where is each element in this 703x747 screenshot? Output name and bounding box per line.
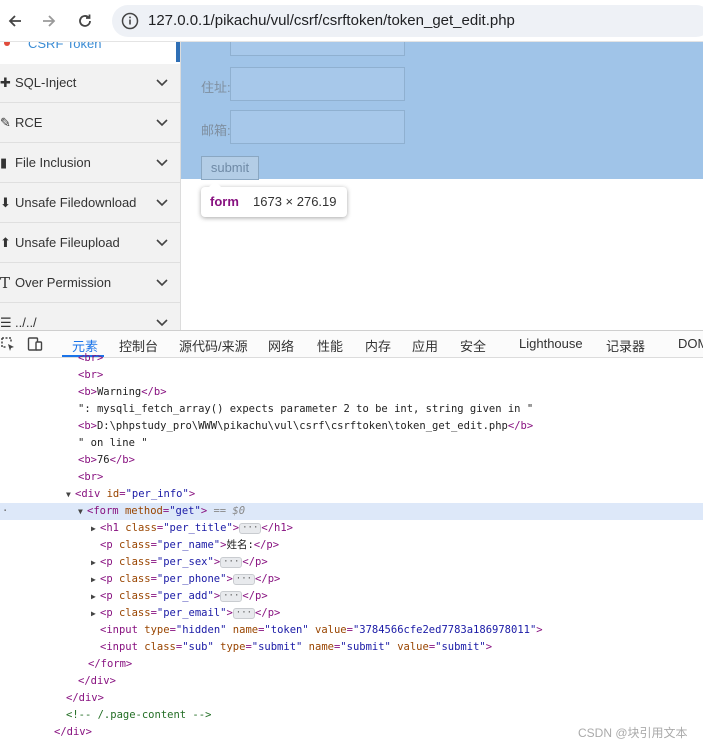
- tooltip-tag: form: [210, 194, 239, 209]
- chevron-down-icon: [156, 319, 168, 327]
- dom-node[interactable]: <br>: [0, 469, 703, 486]
- expand-triangle-icon[interactable]: ▼: [78, 503, 87, 520]
- sidebar-item-label: ../../: [15, 315, 37, 330]
- sidebar-item-over-permission[interactable]: T Over Permission: [0, 263, 180, 303]
- sidebar-item-csrf-token[interactable]: CSRF Token: [0, 42, 180, 64]
- tooltip-dimensions: 1673 × 276.19: [253, 194, 337, 209]
- sidebar: CSRF Token ✚ SQL-Inject ✎ RCE ▮ File Inc…: [0, 42, 181, 330]
- watermark: CSDN @块引用文本: [578, 726, 688, 740]
- pencil-icon: ✎: [0, 115, 11, 130]
- phone-field[interactable]: [230, 42, 405, 56]
- sidebar-item-sql-inject[interactable]: ✚ SQL-Inject: [0, 63, 180, 103]
- sidebar-item-unsafe-filedownload[interactable]: ⬇ Unsafe Filedownload: [0, 183, 180, 223]
- sidebar-item-unsafe-fileupload[interactable]: ⬆ Unsafe Fileupload: [0, 223, 180, 263]
- address-label: 住址:: [201, 80, 231, 95]
- url-text[interactable]: 127.0.0.1/pikachu/vul/csrf/csrftoken/tok…: [148, 12, 515, 29]
- puzzle-icon: ✚: [0, 75, 11, 90]
- element-tooltip: form 1673 × 276.19: [201, 181, 347, 217]
- chevron-down-icon: [156, 159, 168, 167]
- download-icon: ⬇: [0, 195, 11, 210]
- ellipsis-icon[interactable]: ···: [220, 556, 243, 568]
- dom-text-node[interactable]: ": mysqli_fetch_array() expects paramete…: [0, 401, 703, 418]
- expand-triangle-icon[interactable]: ▶: [91, 554, 100, 571]
- chevron-down-icon: [156, 79, 168, 87]
- sidebar-item-label: RCE: [15, 115, 43, 130]
- chevron-down-icon: [156, 199, 168, 207]
- email-label: 邮箱:: [201, 123, 231, 138]
- dom-node-h1[interactable]: ▶ <h1 class="per_title"> ··· </h1>: [0, 520, 703, 537]
- dom-node[interactable]: <br>: [0, 367, 703, 384]
- back-button[interactable]: [2, 8, 28, 34]
- expand-triangle-icon[interactable]: ▶: [91, 571, 100, 588]
- dom-node[interactable]: <b>Warning</b>: [0, 384, 703, 401]
- sidebar-item-label: File Inclusion: [15, 155, 91, 170]
- expand-triangle-icon[interactable]: ▼: [66, 486, 75, 503]
- reload-icon: [79, 14, 91, 27]
- dom-node[interactable]: <b>D:\phpstudy_pro\WWW\pikachu\vul\csrf\…: [0, 418, 703, 435]
- ellipsis-icon[interactable]: ···: [220, 590, 243, 602]
- chevron-down-icon: [156, 239, 168, 247]
- dom-node-form-selected[interactable]: · ▼ <form method="get"> == $0: [0, 503, 703, 520]
- upload-icon: ⬆: [0, 235, 11, 250]
- ellipsis-icon[interactable]: ···: [239, 522, 262, 534]
- page-viewport: CSRF Token ✚ SQL-Inject ✎ RCE ▮ File Inc…: [0, 42, 703, 330]
- arrow-right-icon: [43, 15, 56, 27]
- sidebar-item-label: Unsafe Filedownload: [15, 195, 137, 210]
- dom-close-form[interactable]: </form>: [0, 656, 703, 673]
- expand-triangle-icon[interactable]: ▶: [91, 588, 100, 605]
- expand-triangle-icon[interactable]: ▶: [91, 520, 100, 537]
- dom-node[interactable]: <br>: [0, 350, 703, 367]
- address-field[interactable]: [230, 67, 405, 101]
- sidebar-item-label: SQL-Inject: [15, 75, 77, 90]
- tab-dom[interactable]: DOM: [678, 336, 703, 351]
- bullet-icon: [4, 42, 10, 46]
- dom-node[interactable]: <b>76</b>: [0, 452, 703, 469]
- forward-button[interactable]: [36, 8, 62, 34]
- info-icon[interactable]: [121, 12, 139, 30]
- tab-lighthouse[interactable]: Lighthouse: [519, 336, 583, 351]
- sidebar-item-label: Over Permission: [15, 275, 112, 290]
- expand-triangle-icon[interactable]: ▶: [91, 605, 100, 622]
- browser-toolbar: 127.0.0.1/pikachu/vul/csrf/csrftoken/tok…: [0, 0, 703, 42]
- submit-button[interactable]: submit: [201, 156, 259, 180]
- dom-text-node[interactable]: " on line ": [0, 435, 703, 452]
- arrow-left-icon: [8, 15, 21, 27]
- active-indicator: [176, 42, 180, 62]
- dom-close-div[interactable]: </div>: [0, 673, 703, 690]
- dom-node-p[interactable]: ▶ <p class="per_email"> ··· </p>: [0, 605, 703, 622]
- devtools-panel: 元素 控制台 源代码/来源 网络 性能 内存 应用 安全 Lighthouse …: [0, 330, 703, 747]
- dom-tree: <br> <br> <b>Warning</b> ": mysqli_fetch…: [0, 352, 703, 747]
- dom-node-input[interactable]: <input type="hidden" name="token" value=…: [0, 622, 703, 639]
- sidebar-item-dotdot[interactable]: ☰ ../../: [0, 303, 180, 330]
- chevron-down-icon: [156, 279, 168, 287]
- sidebar-item-label: Unsafe Fileupload: [15, 235, 120, 250]
- reload-button[interactable]: [72, 8, 98, 34]
- ellipsis-icon[interactable]: ···: [232, 573, 256, 585]
- selection-dot-icon: ·: [2, 505, 9, 517]
- sidebar-item-rce[interactable]: ✎ RCE: [0, 103, 180, 143]
- dom-node-p[interactable]: ▶ <p class="per_sex"> ··· </p>: [0, 554, 703, 571]
- dom-node-p[interactable]: <p class="per_name">姓名:</p>: [0, 537, 703, 554]
- dom-node-input[interactable]: <input class="sub" type="submit" name="s…: [0, 639, 703, 656]
- list-icon: ☰: [0, 315, 12, 330]
- text-t-icon: T: [0, 274, 11, 292]
- dom-comment[interactable]: <!-- /.page-content -->: [0, 707, 703, 724]
- dom-node-div[interactable]: ▼ <div id="per_info">: [0, 486, 703, 503]
- dom-close-div[interactable]: </div>: [0, 690, 703, 707]
- file-icon: ▮: [0, 155, 8, 170]
- ellipsis-icon[interactable]: ···: [232, 607, 256, 619]
- dom-node-p[interactable]: ▶ <p class="per_add"> ··· </p>: [0, 588, 703, 605]
- email-field[interactable]: [230, 110, 405, 144]
- chevron-down-icon: [156, 119, 168, 127]
- sidebar-item-label: CSRF Token: [28, 42, 102, 51]
- sidebar-item-file-inclusion[interactable]: ▮ File Inclusion: [0, 143, 180, 183]
- address-bar[interactable]: 127.0.0.1/pikachu/vul/csrf/csrftoken/tok…: [112, 5, 703, 37]
- dom-node-p[interactable]: ▶ <p class="per_phone"> ··· </p>: [0, 571, 703, 588]
